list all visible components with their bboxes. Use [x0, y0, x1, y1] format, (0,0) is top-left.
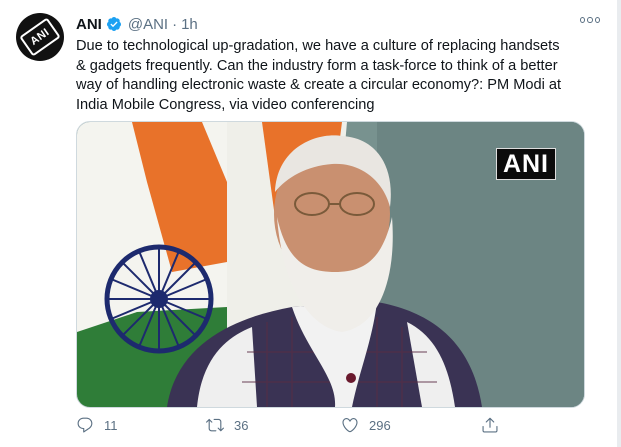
- tweet-text-line: India Mobile Congress, via video confere…: [76, 96, 375, 113]
- tweet-actions: 11 36 296: [76, 416, 556, 438]
- tweet-media-image[interactable]: ANI: [76, 121, 585, 408]
- tweet-timestamp[interactable]: 1h: [181, 16, 198, 33]
- tweet-text-line: Due to technological up-gradation, we ha…: [76, 38, 560, 54]
- author-name[interactable]: ANI: [76, 16, 102, 33]
- share-button[interactable]: [481, 416, 509, 434]
- reply-button[interactable]: 11: [76, 416, 118, 434]
- avatar[interactable]: ANI: [16, 13, 64, 61]
- like-icon: [342, 418, 358, 433]
- like-button[interactable]: 296: [341, 416, 391, 434]
- scrollbar-track: [617, 0, 621, 447]
- reply-count: 11: [104, 417, 118, 433]
- avatar-logo: ANI: [19, 17, 61, 57]
- tweet-text-line: & gadgets frequently. Can the industry f…: [76, 57, 558, 74]
- retweet-button[interactable]: 36: [206, 416, 248, 434]
- retweet-count: 36: [234, 417, 249, 433]
- header-separator: ·: [172, 15, 178, 33]
- share-icon: [482, 417, 498, 433]
- author-handle[interactable]: @ANI: [128, 16, 168, 33]
- tweet-header: ANI @ANI · 1h: [76, 14, 198, 34]
- reply-icon: [77, 417, 93, 433]
- retweet-icon: [206, 418, 224, 432]
- ani-watermark: ANI: [495, 148, 556, 180]
- like-count: 296: [369, 417, 391, 433]
- more-options-icon[interactable]: [579, 10, 601, 30]
- tweet-text-line: way of handling electronic waste & creat…: [76, 77, 562, 93]
- verified-badge-icon: [106, 17, 121, 31]
- tweet-card[interactable]: ANI ANI @ANI · 1h Due to technological u…: [0, 0, 621, 447]
- tweet-text: Due to technological up-gradation, we ha…: [76, 37, 591, 115]
